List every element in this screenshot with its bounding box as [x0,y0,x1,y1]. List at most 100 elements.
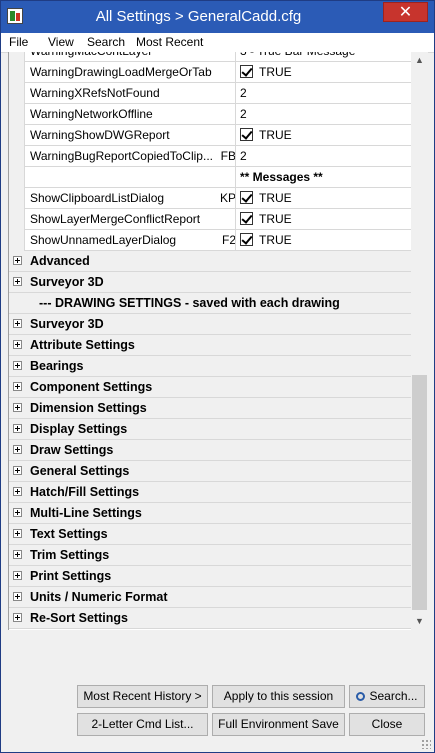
setting-name: ShowLayerMergeConflictReport [30,212,201,226]
category-row[interactable]: General Settings [9,461,412,482]
setting-value: TRUE [259,233,292,247]
menu-search[interactable]: Search [87,35,125,49]
checkbox-checked-icon[interactable] [240,233,253,246]
category-row[interactable]: Surveyor 3D [9,272,412,293]
scroll-up-icon[interactable]: ▲ [411,52,428,69]
expand-plus-icon[interactable] [13,466,22,475]
search-button[interactable]: Search... [349,685,425,708]
row-margin [9,125,25,146]
setting-row[interactable]: WarningNetworkOffline 2 [9,104,412,125]
setting-row[interactable]: WarningShowDWGReport TRUE [9,125,412,146]
expand-plus-icon[interactable] [13,550,22,559]
category-label: Multi-Line Settings [30,506,142,520]
shortcut-key: FB [220,149,236,163]
expand-plus-icon[interactable] [13,361,22,370]
setting-row[interactable]: ShowUnnamedLayerDialog F2 TRUE [9,230,412,251]
close-window-button[interactable]: ✕ [383,2,428,22]
expand-plus-icon[interactable] [13,277,22,286]
category-label: Display Settings [30,422,128,436]
category-label: Draw Settings [30,443,114,457]
settings-grid[interactable]: WarningMacContLayer3 - True Bar MessageW… [8,52,412,630]
expand-plus-icon[interactable] [13,613,22,622]
drawing-settings-header[interactable]: --- DRAWING SETTINGS - saved with each d… [9,293,412,314]
expand-plus-icon[interactable] [13,403,22,412]
setting-row[interactable]: WarningMacContLayer 3 - True Bar Message [9,52,412,62]
title-bar[interactable]: All Settings > GeneralCadd.cfg ✕ [1,1,434,33]
scroll-thumb[interactable] [412,375,427,610]
category-row[interactable]: Print Settings [9,566,412,587]
category-row[interactable]: Multi-Line Settings [9,503,412,524]
full-environment-save-button[interactable]: Full Environment Save [212,713,345,736]
setting-name: WarningNetworkOffline [30,107,153,121]
expand-plus-icon[interactable] [13,592,22,601]
expand-plus-icon[interactable] [13,571,22,580]
setting-name: ShowUnnamedLayerDialog [30,233,177,247]
expand-plus-icon[interactable] [13,340,22,349]
category-row[interactable]: Dimension Settings [9,398,412,419]
category-label: Hatch/Fill Settings [30,485,140,499]
scroll-down-icon[interactable]: ▼ [411,613,428,630]
close-button[interactable]: Close [349,713,425,736]
row-margin [9,209,25,230]
setting-value[interactable]: 2 [240,104,247,124]
cmd-list-button[interactable]: 2-Letter Cmd List... [77,713,208,736]
category-row[interactable]: Advanced [9,251,412,272]
setting-row[interactable]: WarningXRefsNotFound 2 [9,83,412,104]
expand-plus-icon[interactable] [13,529,22,538]
category-row[interactable]: Re-Sort Settings [9,608,412,629]
setting-row[interactable]: WarningBugReportCopiedToClip... FB 2 [9,146,412,167]
checkbox-checked-icon[interactable] [240,128,253,141]
menu-file[interactable]: File [9,35,28,49]
column-divider [235,104,236,125]
category-row[interactable]: Bearings [9,356,412,377]
category-row[interactable]: Trim Settings [9,545,412,566]
row-margin [9,83,25,104]
row-margin [9,104,25,125]
category-row[interactable]: Text Settings [9,524,412,545]
category-row[interactable]: Draw Settings [9,440,412,461]
expand-plus-icon[interactable] [13,487,22,496]
column-divider [235,62,236,83]
menu-bar: File View Search Most Recent [1,33,434,53]
expand-plus-icon[interactable] [13,256,22,265]
setting-name: WarningBugReportCopiedToClip... [30,149,213,163]
section-row[interactable]: ** Messages ** [9,167,412,188]
setting-value[interactable]: 3 - True Bar Message [240,52,355,61]
category-row[interactable]: Component Settings [9,377,412,398]
column-divider [235,209,236,230]
resize-grip-icon[interactable] [421,739,431,749]
expand-plus-icon[interactable] [13,445,22,454]
column-divider [235,230,236,251]
checkbox-checked-icon[interactable] [240,212,253,225]
category-label: Dimension Settings [30,401,147,415]
category-row[interactable]: Attribute Settings [9,335,412,356]
setting-row[interactable]: WarningDrawingLoadMergeOrTab TRUE [9,62,412,83]
setting-value[interactable]: 2 [240,146,247,166]
menu-most-recent[interactable]: Most Recent [136,35,203,49]
category-row[interactable]: Units / Numeric Format [9,587,412,608]
expand-plus-icon[interactable] [13,319,22,328]
most-recent-history-button[interactable]: Most Recent History > [77,685,208,708]
setting-name: WarningDrawingLoadMergeOrTab [30,65,212,79]
column-divider [235,188,236,209]
category-row[interactable]: Display Settings [9,419,412,440]
category-row[interactable]: Hatch/Fill Settings [9,482,412,503]
setting-value: TRUE [259,128,292,142]
category-row[interactable]: Surveyor 3D [9,314,412,335]
expand-plus-icon[interactable] [13,382,22,391]
window-title: All Settings > GeneralCadd.cfg [95,8,302,25]
setting-row[interactable]: ShowLayerMergeConflictReport TRUE [9,209,412,230]
apply-session-button[interactable]: Apply to this session [212,685,345,708]
vertical-scrollbar[interactable]: ▲ ▼ [411,52,428,630]
setting-row[interactable]: ShowClipboardListDialog KP TRUE [9,188,412,209]
expand-plus-icon[interactable] [13,508,22,517]
setting-name: WarningXRefsNotFound [30,86,160,100]
expand-plus-icon[interactable] [13,424,22,433]
setting-value[interactable]: 2 [240,83,247,103]
menu-view[interactable]: View [48,35,74,49]
setting-name: ShowClipboardListDialog [30,191,165,205]
checkbox-checked-icon[interactable] [240,191,253,204]
checkbox-checked-icon[interactable] [240,65,253,78]
category-label: Trim Settings [30,548,110,562]
setting-value: TRUE [259,65,292,79]
